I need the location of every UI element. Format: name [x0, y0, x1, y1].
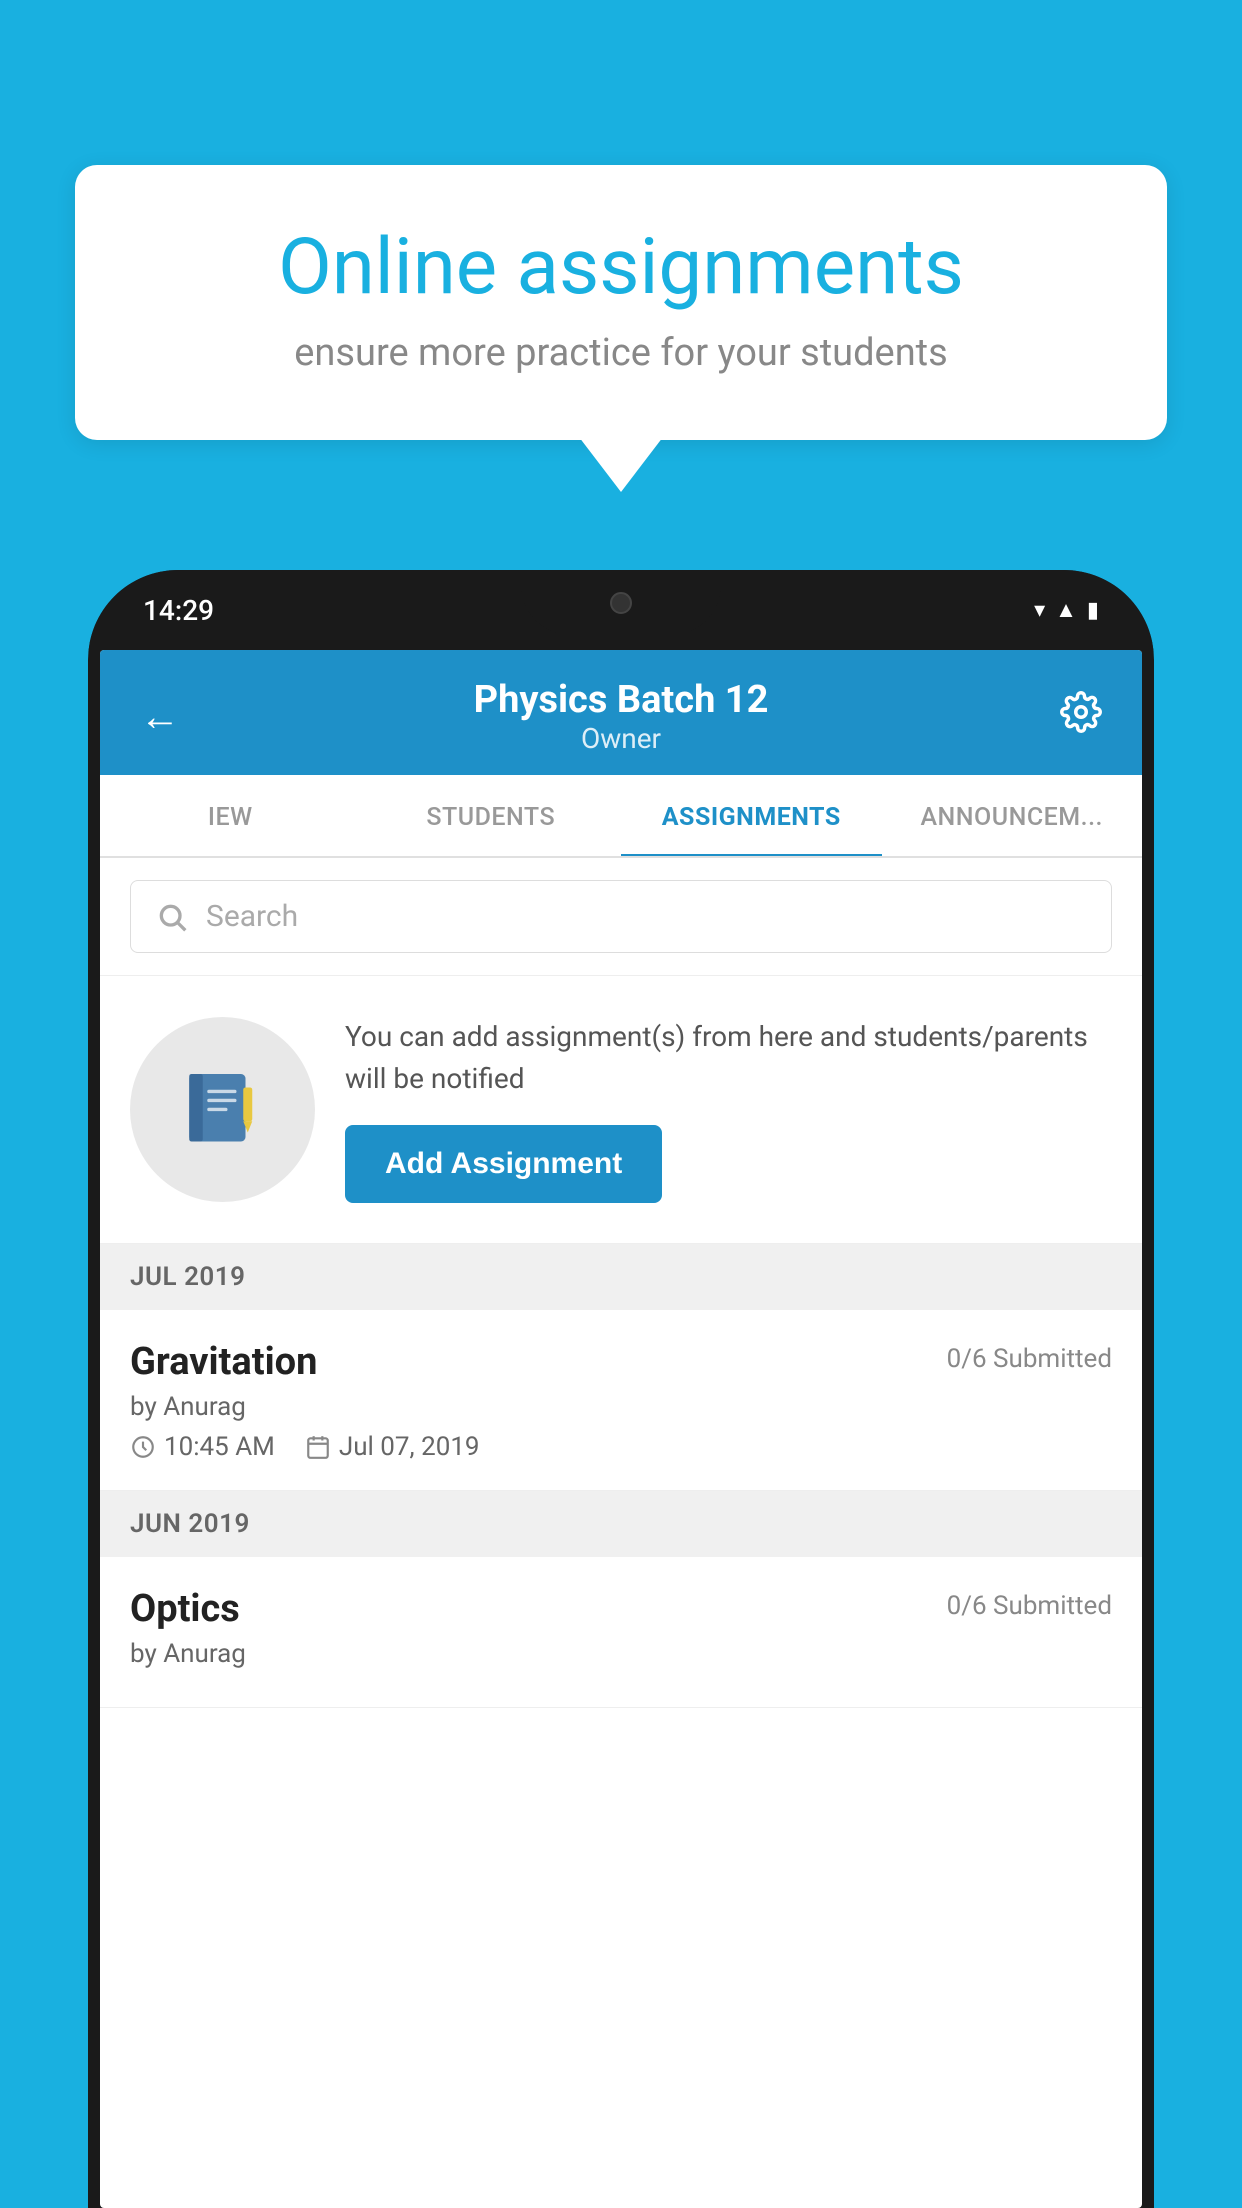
front-camera	[610, 592, 632, 614]
header-subtitle: Owner	[200, 722, 1042, 755]
tab-students[interactable]: STUDENTS	[361, 775, 622, 856]
wifi-icon: ▾	[1034, 598, 1045, 623]
promo-icon-circle	[130, 1017, 315, 1202]
tab-assignments[interactable]: ASSIGNMENTS	[621, 775, 882, 858]
notebook-icon	[178, 1065, 268, 1155]
promo-card: Online assignments ensure more practice …	[75, 165, 1167, 440]
status-icons: ▾ ▲ ▮	[1034, 597, 1099, 623]
search-container: Search	[100, 858, 1142, 976]
phone-frame: 14:29 ▾ ▲ ▮ ← Physics Batch 12 Owner	[88, 570, 1154, 2208]
calendar-icon	[305, 1434, 331, 1460]
assignment-row-top: Gravitation 0/6 Submitted	[130, 1340, 1112, 1384]
assignment-item-gravitation[interactable]: Gravitation 0/6 Submitted by Anurag 10:4…	[100, 1310, 1142, 1491]
clock-icon	[130, 1434, 156, 1460]
add-assignment-button[interactable]: Add Assignment	[345, 1125, 662, 1203]
header-center: Physics Batch 12 Owner	[200, 678, 1042, 755]
assignment-submitted-gravitation: 0/6 Submitted	[947, 1344, 1112, 1374]
header-title: Physics Batch 12	[200, 678, 1042, 722]
month-label-jul: JUL 2019	[130, 1262, 246, 1292]
month-label-jun: JUN 2019	[130, 1509, 250, 1539]
battery-icon: ▮	[1087, 598, 1099, 623]
month-header-jul: JUL 2019	[100, 1244, 1142, 1310]
promo-description: You can add assignment(s) from here and …	[345, 1016, 1112, 1100]
month-header-jun: JUN 2019	[100, 1491, 1142, 1557]
settings-button[interactable]	[1042, 691, 1102, 743]
date-item: Jul 07, 2019	[305, 1432, 480, 1462]
bubble-title: Online assignments	[145, 225, 1097, 311]
search-placeholder: Search	[206, 899, 298, 934]
status-time: 14:29	[143, 594, 214, 627]
phone-screen: ← Physics Batch 12 Owner IEW STUDENTS AS…	[100, 650, 1142, 2208]
promo-section: You can add assignment(s) from here and …	[100, 976, 1142, 1244]
tabs-bar: IEW STUDENTS ASSIGNMENTS ANNOUNCEM...	[100, 775, 1142, 858]
promo-content: You can add assignment(s) from here and …	[345, 1016, 1112, 1203]
tab-iew[interactable]: IEW	[100, 775, 361, 856]
assignment-title-optics: Optics	[130, 1587, 240, 1631]
app-header: ← Physics Batch 12 Owner	[100, 650, 1142, 775]
assignment-row-top-optics: Optics 0/6 Submitted	[130, 1587, 1112, 1631]
gear-icon	[1060, 691, 1102, 733]
tab-announcements[interactable]: ANNOUNCEM...	[882, 775, 1143, 856]
back-button[interactable]: ←	[140, 693, 200, 740]
time-item: 10:45 AM	[130, 1432, 275, 1462]
assignment-title-gravitation: Gravitation	[130, 1340, 317, 1384]
search-icon	[156, 901, 188, 933]
assignment-item-optics[interactable]: Optics 0/6 Submitted by Anurag	[100, 1557, 1142, 1708]
assignment-submitted-optics: 0/6 Submitted	[947, 1591, 1112, 1621]
assignment-author-optics: by Anurag	[130, 1639, 1112, 1669]
assignment-time: 10:45 AM	[164, 1432, 275, 1462]
assignment-time-row-gravitation: 10:45 AM Jul 07, 2019	[130, 1432, 1112, 1462]
search-input-wrapper[interactable]: Search	[130, 880, 1112, 953]
assignment-author-gravitation: by Anurag	[130, 1392, 1112, 1422]
bubble-subtitle: ensure more practice for your students	[145, 331, 1097, 375]
speech-bubble: Online assignments ensure more practice …	[75, 165, 1167, 440]
phone-notch	[521, 570, 721, 635]
assignment-date: Jul 07, 2019	[339, 1432, 480, 1462]
status-bar: 14:29 ▾ ▲ ▮	[88, 570, 1154, 650]
signal-icon: ▲	[1055, 597, 1077, 623]
